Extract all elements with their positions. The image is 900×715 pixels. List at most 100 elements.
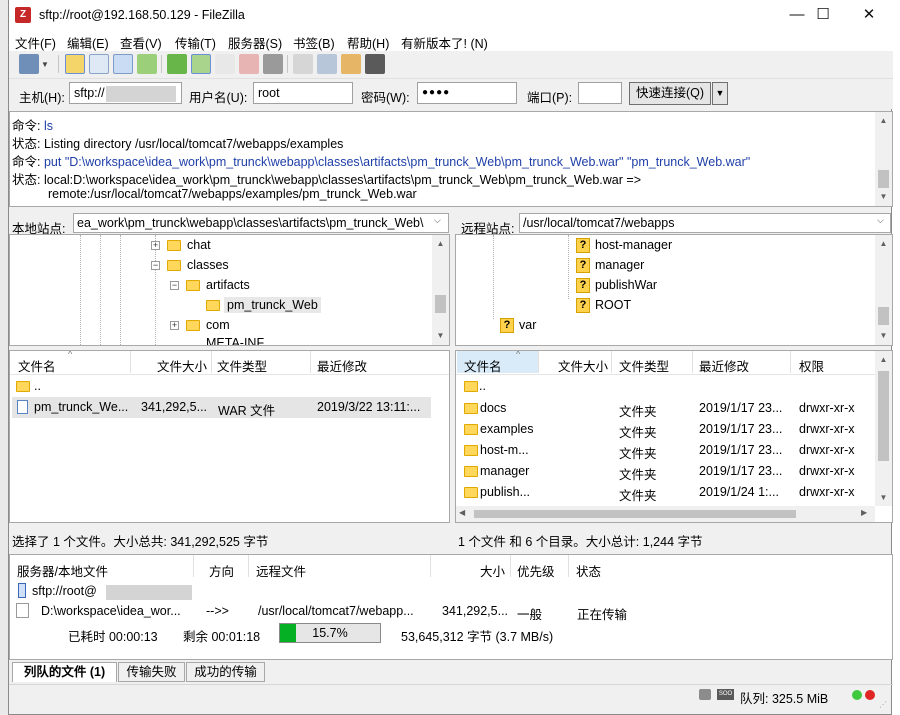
directory-listing-filters-icon[interactable] [293, 54, 313, 74]
scroll-up-icon[interactable]: ▲ [432, 239, 449, 248]
scroll-up-icon[interactable]: ▲ [875, 355, 892, 364]
disconnect-icon[interactable] [239, 54, 259, 74]
tree-item-classes[interactable]: classes [187, 258, 229, 272]
tree-item-root[interactable]: ROOT [595, 298, 631, 312]
scroll-down-icon[interactable]: ▼ [432, 331, 449, 340]
scrollbar-thumb[interactable] [474, 510, 796, 518]
column-header-permissions[interactable]: 权限 [799, 356, 824, 375]
column-header-filename[interactable]: 文件名 [464, 356, 502, 375]
quickconnect-dropdown-icon[interactable]: ▼ [712, 82, 728, 105]
transfer-queue[interactable]: 服务器/本地文件 方向 远程文件 大小 优先级 状态 sftp://root@ … [9, 554, 893, 660]
tab-queued-files[interactable]: 列队的文件 (1) [12, 662, 117, 682]
column-separator[interactable] [692, 351, 693, 373]
synchronized-browsing-icon[interactable] [317, 54, 337, 74]
log-scrollbar[interactable]: ▲ ▼ [875, 112, 892, 206]
scrollbar-thumb[interactable] [435, 295, 446, 313]
menu-view[interactable]: 查看(V) [120, 33, 162, 52]
title-bar[interactable]: Z sftp://root@192.168.50.129 - FileZilla… [9, 0, 893, 30]
close-button[interactable]: ✕ [846, 0, 892, 30]
port-input[interactable] [578, 82, 622, 104]
menu-edit[interactable]: 编辑(E) [67, 33, 109, 52]
column-header-modified[interactable]: 最近修改 [699, 356, 749, 375]
column-header-modified[interactable]: 最近修改 [317, 356, 367, 375]
column-separator[interactable] [568, 555, 569, 577]
speed-limit-icon[interactable]: SOO [717, 689, 734, 700]
table-row[interactable]: examples 文件夹 2019/1/17 23... drwxr-xr-x [456, 420, 876, 441]
local-path-dropdown-icon[interactable]: ⌵ [434, 215, 441, 226]
collapse-icon[interactable]: − [170, 281, 179, 290]
local-path-combo[interactable]: ea_work\pm_trunck\webapp\classes\artifac… [73, 213, 449, 233]
menu-bookmarks[interactable]: 书签(B) [293, 33, 335, 52]
queue-local-file[interactable]: D:\workspace\idea_wor... [41, 604, 181, 618]
table-row[interactable]: publish... 文件夹 2019/1/24 1:... drwxr-xr-… [456, 483, 876, 504]
scroll-down-icon[interactable]: ▼ [875, 493, 892, 502]
column-separator[interactable] [611, 351, 612, 373]
username-input[interactable]: root [253, 82, 353, 104]
column-header-filename[interactable]: 文件名 [18, 356, 56, 375]
directory-comparison-icon[interactable] [341, 54, 361, 74]
menu-help[interactable]: 帮助(H) [347, 33, 389, 52]
collapse-icon[interactable]: − [151, 261, 160, 270]
remote-file-list[interactable]: 文件名 ^ 文件大小 文件类型 最近修改 权限 .. docs 文件夹 2019… [455, 350, 893, 523]
table-row[interactable]: docs 文件夹 2019/1/17 23... drwxr-xr-x [456, 399, 876, 420]
reconnect-icon[interactable] [263, 54, 283, 74]
scroll-down-icon[interactable]: ▼ [875, 192, 892, 201]
table-row[interactable]: manager 文件夹 2019/1/17 23... drwxr-xr-x [456, 462, 876, 483]
column-separator[interactable] [430, 555, 431, 577]
toggle-message-log-icon[interactable] [65, 54, 85, 74]
local-directory-tree[interactable]: + chat − classes − artifacts pm_trunck_W… [9, 234, 450, 346]
site-manager-dropdown-icon[interactable]: ▼ [41, 60, 49, 69]
tree-item-publishwar[interactable]: publishWar [595, 278, 657, 292]
tab-successful-transfers[interactable]: 成功的传输 [186, 662, 265, 682]
column-separator[interactable] [790, 351, 791, 373]
column-separator[interactable] [310, 351, 311, 373]
column-header-server-local[interactable]: 服务器/本地文件 [17, 561, 108, 580]
column-header-remote-file[interactable]: 远程文件 [256, 561, 306, 580]
file-name[interactable]: .. [34, 379, 41, 393]
quickconnect-button[interactable]: 快速连接(Q) [629, 82, 711, 105]
tree-item-artifacts[interactable]: artifacts [206, 278, 250, 292]
maximize-button[interactable]: ☐ [800, 0, 846, 30]
column-separator[interactable] [211, 351, 212, 373]
scroll-left-icon[interactable]: ◀ [459, 508, 465, 517]
column-separator[interactable] [538, 351, 539, 373]
scroll-up-icon[interactable]: ▲ [875, 239, 892, 248]
column-header-size[interactable]: 大小 [480, 561, 505, 580]
resize-grip-icon[interactable]: ⋰ [879, 700, 887, 709]
remote-list-hscrollbar[interactable]: ◀ ▶ [456, 506, 875, 522]
expand-icon[interactable]: + [170, 321, 179, 330]
file-name[interactable]: .. [479, 379, 486, 393]
tree-item-pm-trunck-web[interactable]: pm_trunck_Web [224, 297, 321, 313]
remote-path-dropdown-icon[interactable]: ⌵ [877, 215, 884, 226]
column-header-filesize[interactable]: 文件大小 [558, 356, 608, 375]
toggle-remote-tree-icon[interactable] [113, 54, 133, 74]
tree-item-com[interactable]: com [206, 318, 230, 332]
scroll-right-icon[interactable]: ▶ [861, 508, 867, 517]
column-separator[interactable] [193, 555, 194, 577]
column-header-status[interactable]: 状态 [576, 561, 601, 580]
cancel-operation-icon[interactable] [215, 54, 235, 74]
tab-failed-transfers[interactable]: 传输失败 [118, 662, 185, 682]
column-header-priority[interactable]: 优先级 [517, 561, 555, 580]
message-log[interactable]: 命令: ls 状态: Listing directory /usr/local/… [9, 111, 893, 207]
tree-item-var[interactable]: var [519, 318, 536, 332]
scrollbar-thumb[interactable] [878, 307, 889, 325]
column-header-filetype[interactable]: 文件类型 [619, 356, 669, 375]
tree-item-meta-inf[interactable]: META-INF [206, 336, 264, 345]
menu-file[interactable]: 文件(F) [15, 33, 56, 52]
table-row-selected[interactable]: pm_trunck_We... 341,292,5... WAR 文件 2019… [12, 397, 431, 418]
search-remote-files-icon[interactable] [365, 54, 385, 74]
expand-icon[interactable]: + [151, 241, 160, 250]
column-separator[interactable] [510, 555, 511, 577]
local-file-list[interactable]: 文件名 ^ 文件大小 文件类型 最近修改 .. pm_trunck_We... … [9, 350, 450, 523]
remote-tree-scrollbar[interactable]: ▲ ▼ [875, 235, 892, 345]
host-input[interactable]: sftp:// [69, 82, 182, 104]
remote-path-combo[interactable]: /usr/local/tomcat7/webapps [519, 213, 891, 233]
column-separator[interactable] [130, 351, 131, 373]
process-queue-icon[interactable] [191, 54, 211, 74]
scroll-up-icon[interactable]: ▲ [875, 116, 892, 125]
menu-server[interactable]: 服务器(S) [228, 33, 282, 52]
refresh-icon[interactable] [167, 54, 187, 74]
column-header-filetype[interactable]: 文件类型 [217, 356, 267, 375]
remote-list-vscrollbar[interactable]: ▲ ▼ [875, 351, 892, 506]
